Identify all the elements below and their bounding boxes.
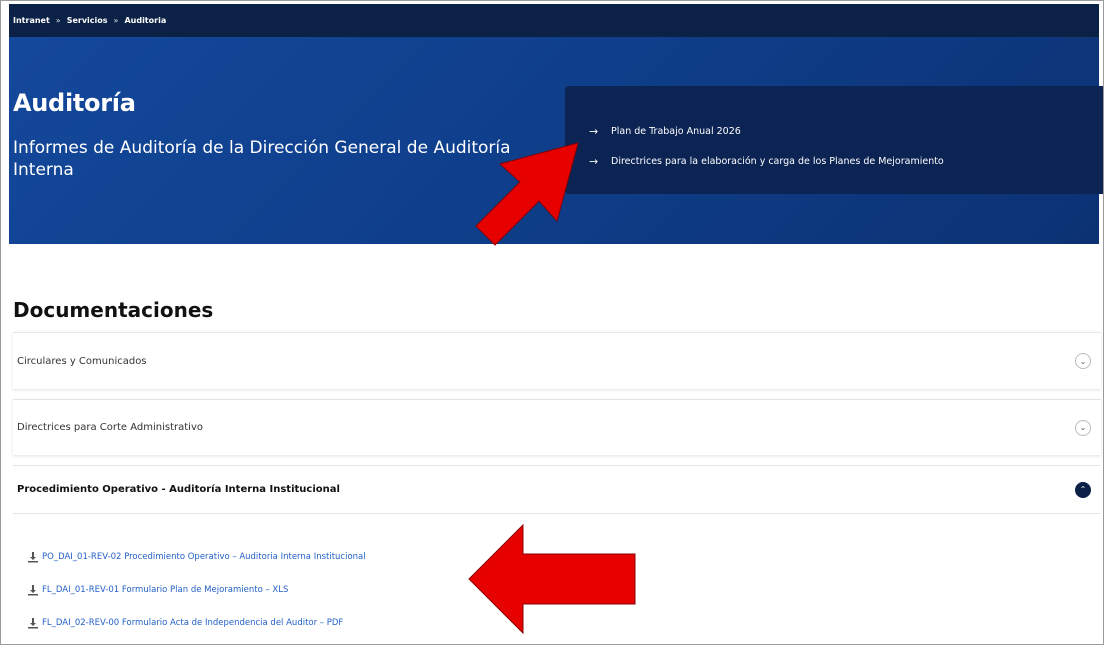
quick-link-label: Plan de Trabajo Anual 2026 [611, 125, 741, 137]
arrow-right-icon: → [589, 154, 599, 168]
quick-link-directrices[interactable]: → Directrices para la elaboración y carg… [565, 146, 1103, 176]
section-title: Documentaciones [13, 298, 214, 322]
accordion-item-circulares: Circulares y Comunicados ⌄ [13, 332, 1101, 389]
hero-banner: Auditoría Informes de Auditoría de la Di… [9, 37, 1103, 244]
breadcrumb-item-intranet[interactable]: Intranet [13, 16, 50, 25]
breadcrumb: Intranet » Servicios » Auditoria [9, 4, 1099, 37]
document-label: FL_DAI_02-REV-00 Formulario Acta de Inde… [42, 617, 344, 628]
accordion-item-directrices: Directrices para Corte Administrativo ⌄ [13, 399, 1101, 455]
chevron-down-icon[interactable]: ⌄ [1075, 353, 1091, 369]
accordion-header[interactable]: Directrices para Corte Administrativo ⌄ [13, 400, 1101, 455]
download-icon [28, 617, 38, 628]
page-frame: Intranet » Servicios » Auditoria Auditor… [0, 0, 1104, 645]
document-link[interactable]: FL_DAI_02-REV-00 Formulario Acta de Inde… [27, 606, 1101, 639]
chevron-down-icon[interactable]: ⌄ [1075, 419, 1091, 436]
accordion-label: Circulares y Comunicados [17, 355, 147, 367]
accordion-header[interactable]: Circulares y Comunicados ⌄ [13, 333, 1101, 389]
breadcrumb-item-servicios[interactable]: Servicios [67, 16, 108, 25]
quick-links-panel: → Plan de Trabajo Anual 2026 → Directric… [565, 86, 1103, 194]
quick-link-plan-trabajo[interactable]: → Plan de Trabajo Anual 2026 [565, 116, 1103, 146]
download-icon [28, 551, 38, 562]
breadcrumb-separator: » [113, 16, 119, 25]
page-subtitle: Informes de Auditoría de la Dirección Ge… [13, 138, 511, 180]
document-link[interactable]: PO_DAI_01-REV-02 Procedimiento Operativo… [27, 540, 1101, 573]
chevron-up-icon[interactable]: ⌃ [1075, 481, 1091, 498]
download-icon [28, 584, 38, 595]
quick-link-label: Directrices para la elaboración y carga … [611, 155, 944, 167]
document-label: FL_DAI_01-REV-01 Formulario Plan de Mejo… [42, 584, 289, 595]
accordion-item-procedimiento: Procedimiento Operativo - Auditoría Inte… [13, 465, 1101, 644]
breadcrumb-separator: » [55, 16, 61, 25]
document-label: PO_DAI_01-REV-02 Procedimiento Operativo… [42, 551, 366, 562]
breadcrumb-item-auditoria: Auditoria [124, 16, 167, 25]
page-title: Auditoría [13, 89, 136, 117]
accordion-header[interactable]: Procedimiento Operativo - Auditoría Inte… [13, 466, 1101, 514]
arrow-right-icon: → [589, 124, 599, 138]
document-link[interactable]: FL_DAI_01-REV-01 Formulario Plan de Mejo… [27, 573, 1101, 606]
document-list: PO_DAI_01-REV-02 Procedimiento Operativo… [13, 514, 1101, 639]
accordion-label: Directrices para Corte Administrativo [17, 422, 203, 433]
accordion-label: Procedimiento Operativo - Auditoría Inte… [17, 484, 340, 495]
